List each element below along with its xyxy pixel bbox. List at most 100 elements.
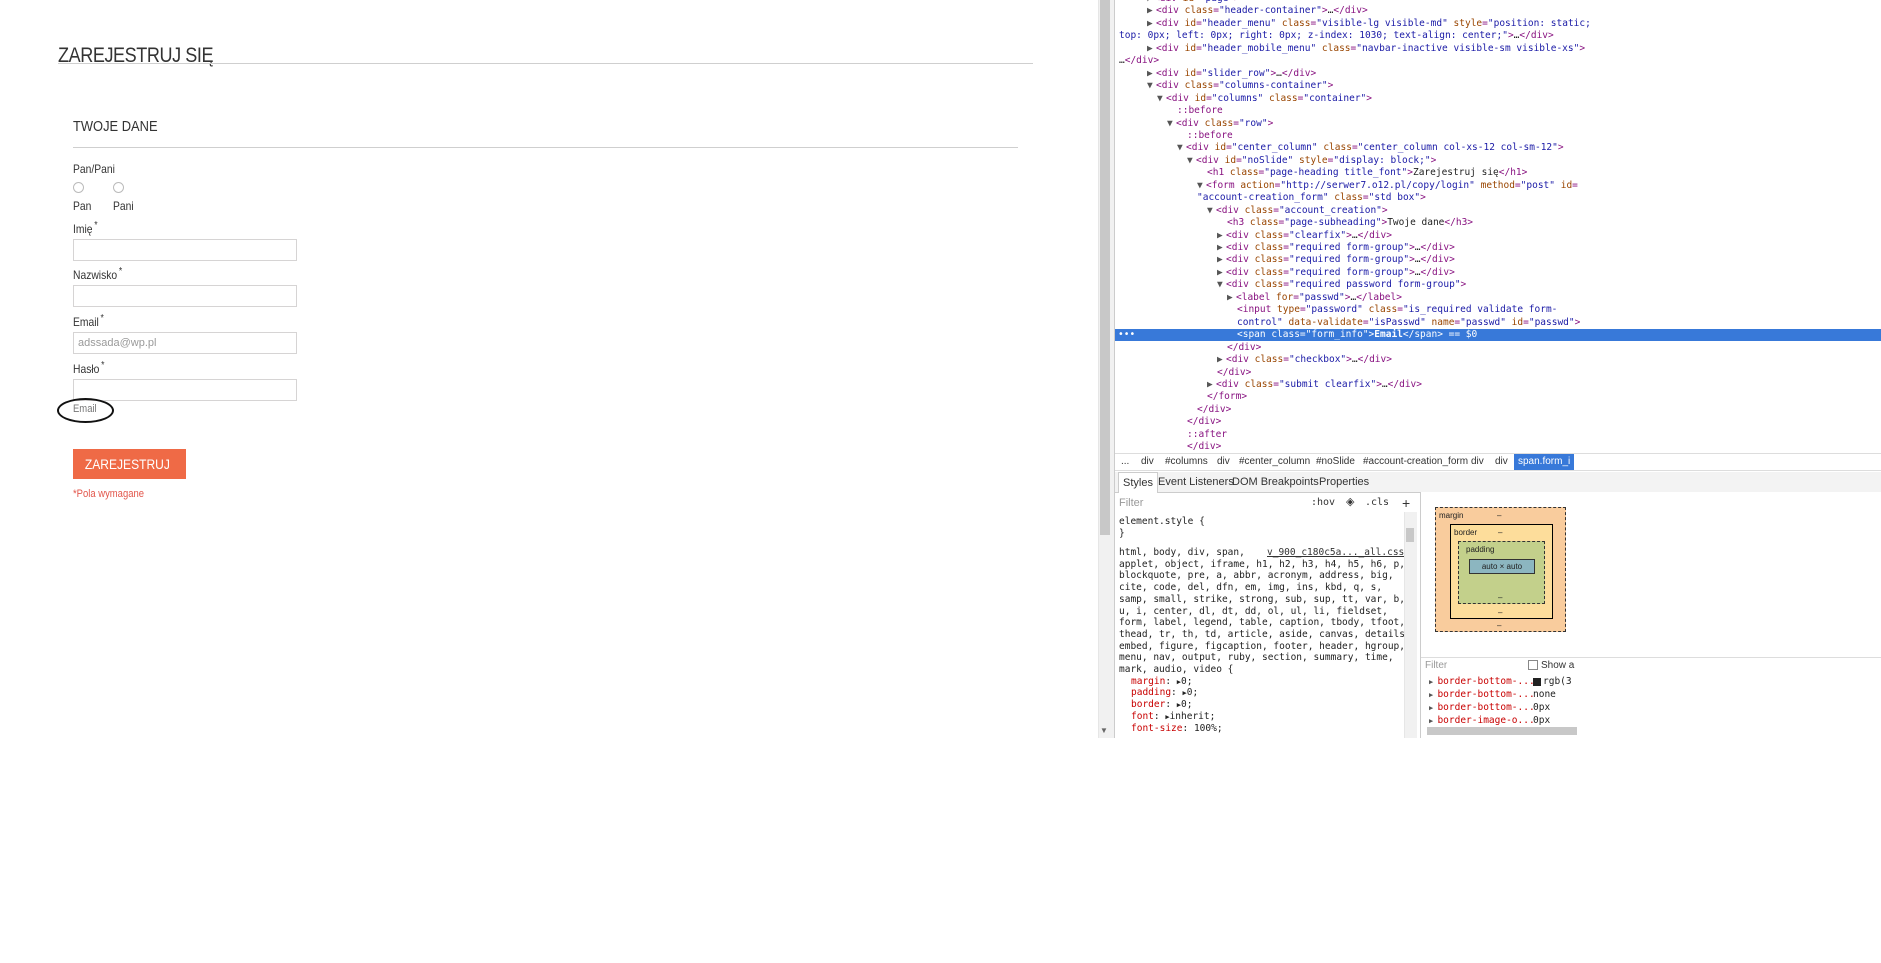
dom-node[interactable]: ▶ <div class="checkbox">…</div> <box>1217 354 1392 366</box>
register-button-label: ZAREJESTRUJ <box>85 456 170 472</box>
breadcrumb-item[interactable]: div <box>1471 456 1484 467</box>
box-model-padding[interactable]: padding – auto × auto <box>1458 541 1545 604</box>
stylesheet-link[interactable]: v_900_c180c5a..._all.css:2 <box>1267 547 1405 558</box>
breadcrumb-item[interactable]: ... <box>1121 456 1129 467</box>
css-selector-line[interactable]: blockquote, pre, a, abbr, acronym, addre… <box>1119 570 1394 582</box>
dom-node[interactable]: ▼ <div class="required password form-grou… <box>1217 279 1466 291</box>
tab-event-listeners[interactable]: Event Listeners <box>1158 476 1234 488</box>
element-style-open[interactable]: element.style { <box>1119 516 1205 528</box>
tab-properties[interactable]: Properties <box>1319 476 1369 488</box>
required-star: * <box>101 360 105 371</box>
dom-node-selected[interactable]: ••• <span class="form_info">Email</span> … <box>1115 329 1881 342</box>
dom-node[interactable]: ▶ <div class="clearfix">…</div> <box>1217 230 1392 242</box>
box-model-border[interactable]: border – – padding – auto × auto <box>1450 524 1553 619</box>
dom-node[interactable]: ▼ <div class="row"> <box>1167 118 1273 130</box>
dom-node[interactable]: ▼ <div id="columns" class="container"> <box>1157 93 1372 105</box>
password-field[interactable] <box>73 379 297 401</box>
dom-node[interactable]: </div> <box>1187 416 1221 428</box>
breadcrumb-item[interactable]: #columns <box>1165 456 1208 467</box>
hover-state-toggle[interactable]: :hov <box>1311 497 1335 508</box>
dom-node[interactable]: ▶ <div id="slider_row">…</div> <box>1147 68 1316 80</box>
computed-property-name[interactable]: ▶ border-bottom-... <box>1429 676 1535 688</box>
dom-node[interactable]: ▶ <div class="submit clearfix">…</div> <box>1207 379 1422 391</box>
dom-node[interactable]: ▶ <div id="header_menu" class="visible-lg… <box>1147 18 1591 30</box>
show-all-checkbox[interactable]: Show a <box>1528 660 1574 671</box>
breadcrumb-item[interactable]: div <box>1495 456 1508 467</box>
dom-node[interactable]: ▶ <div id="header_mobile_menu" class="nav… <box>1147 43 1585 55</box>
paint-icon[interactable]: ◈ <box>1346 495 1354 508</box>
dom-node[interactable]: </form> <box>1207 391 1247 403</box>
email-field[interactable] <box>73 332 297 354</box>
dom-node[interactable]: <h3 class="page-subheading">Twoje dane</… <box>1227 217 1473 229</box>
breadcrumb-item[interactable]: #center_column <box>1239 456 1310 467</box>
last-name-field[interactable] <box>73 285 297 307</box>
dom-node[interactable]: ::before <box>1187 130 1233 142</box>
dom-node[interactable]: ▶ <div class="required form-group">…</div… <box>1217 242 1455 254</box>
last-name-label-text: Nazwisko <box>73 268 118 282</box>
computed-property-name[interactable]: ▶ border-bottom-... <box>1429 689 1535 701</box>
dom-node[interactable]: ▼ <div class="account_creation"> <box>1207 205 1388 217</box>
dom-node[interactable]: </div> <box>1187 441 1221 453</box>
gender-radio-pan[interactable] <box>73 182 84 193</box>
dom-node[interactable]: </div> <box>1217 367 1251 379</box>
dom-node[interactable]: ▶ <label for="passwd">…</label> <box>1227 292 1402 304</box>
first-name-field[interactable] <box>73 239 297 261</box>
color-swatch[interactable] <box>1533 677 1541 686</box>
dom-node[interactable]: </div> <box>1227 342 1261 354</box>
styles-filter-input[interactable]: Filter <box>1119 497 1143 509</box>
dom-node[interactable]: "account-creation_form" class="std box"> <box>1197 192 1426 204</box>
dom-node[interactable]: …</div> <box>1119 55 1159 67</box>
css-declaration[interactable]: font-size: 100%; <box>1131 723 1223 735</box>
dom-node[interactable]: </div> <box>1197 404 1231 416</box>
add-rule-button[interactable]: + <box>1402 495 1410 511</box>
dom-node[interactable]: ▶ <div class="header-container">…</div> <box>1147 5 1368 17</box>
css-selector-line[interactable]: samp, small, strike, strong, sub, sup, t… <box>1119 594 1405 606</box>
css-selector-line[interactable]: mark, audio, video { <box>1119 664 1233 676</box>
register-button[interactable]: ZAREJESTRUJ <box>73 449 186 479</box>
dom-node[interactable]: ▼ <form action="http://serwer7.o12.pl/cop… <box>1197 180 1578 192</box>
css-selector-line[interactable]: thead, tr, th, td, article, aside, canva… <box>1119 629 1405 641</box>
dom-node[interactable]: ▼ <div class="columns-container"> <box>1147 80 1333 92</box>
dom-node[interactable]: top: 0px; left: 0px; right: 0px; z-index… <box>1119 30 1554 42</box>
dom-node[interactable]: <h1 class="page-heading title_font">Zare… <box>1207 167 1527 179</box>
required-star: * <box>118 266 123 277</box>
dom-node[interactable]: ▶ <div class="required form-group">…</div… <box>1217 254 1455 266</box>
css-selector-line[interactable]: applet, object, iframe, h1, h2, h3, h4, … <box>1119 559 1405 571</box>
box-model-pane: margin – – border – – padding – auto × a… <box>1420 492 1881 738</box>
computed-property-name[interactable]: ▶ border-bottom-... <box>1429 702 1535 714</box>
styles-scrollbar[interactable] <box>1404 512 1417 738</box>
dom-node[interactable]: ▼ <div id="noSlide" style="display: block… <box>1187 155 1436 167</box>
breadcrumb-item[interactable]: div <box>1217 456 1230 467</box>
tab-dom-breakpoints[interactable]: DOM Breakpoints <box>1232 476 1319 488</box>
dom-node[interactable]: ▶ <div class="required form-group">…</div… <box>1217 267 1455 279</box>
css-selector-line[interactable]: embed, figure, figcaption, footer, heade… <box>1119 641 1405 653</box>
class-toggle[interactable]: .cls <box>1365 497 1389 508</box>
computed-property-name[interactable]: ▶ border-image-o... <box>1429 715 1535 727</box>
computed-hscrollbar[interactable] <box>1427 727 1577 735</box>
css-selector-line[interactable]: u, i, center, dl, dt, dd, ol, ul, li, fi… <box>1119 606 1388 618</box>
box-model-margin[interactable]: margin – – border – – padding – auto × a… <box>1435 507 1566 632</box>
gender-radio-pani[interactable] <box>113 182 124 193</box>
dom-node[interactable]: ::before <box>1177 105 1223 117</box>
computed-filter-input[interactable]: Filter <box>1425 660 1447 671</box>
dom-node[interactable]: ::after <box>1187 429 1227 441</box>
breadcrumb-item[interactable]: #account-creation_form <box>1363 456 1468 467</box>
css-selector-line[interactable]: html, body, div, span, <box>1119 547 1245 559</box>
breadcrumb-item[interactable]: div <box>1141 456 1154 467</box>
dom-node[interactable]: <input type="password" class="is_require… <box>1237 304 1557 316</box>
page-scrollbar-thumb[interactable] <box>1100 0 1110 535</box>
css-selector-line[interactable]: menu, nav, output, ruby, section, summar… <box>1119 652 1394 664</box>
dom-node[interactable]: ▼<div id="page"> <box>1145 0 1240 5</box>
breadcrumb-item-selected[interactable]: span.form_i <box>1514 454 1575 470</box>
dom-node[interactable]: control" data-validate="isPasswd" name="… <box>1237 317 1580 329</box>
dom-node[interactable]: ▼ <div id="center_column" class="center_c… <box>1177 142 1564 154</box>
css-selector-line[interactable]: form, label, legend, table, caption, tbo… <box>1119 617 1405 629</box>
title-divider <box>58 63 1033 64</box>
devtools-tabs: Styles Event Listeners DOM Breakpoints P… <box>1115 472 1881 493</box>
tab-styles[interactable]: Styles <box>1118 472 1158 493</box>
breadcrumb-item[interactable]: #noSlide <box>1316 456 1355 467</box>
styles-scrollbar-thumb[interactable] <box>1406 528 1414 542</box>
css-selector-line[interactable]: cite, code, del, dfn, em, img, ins, kbd,… <box>1119 582 1382 594</box>
scroll-down-arrow-icon[interactable]: ▼ <box>1100 726 1108 735</box>
box-model-content[interactable]: auto × auto <box>1469 559 1535 574</box>
